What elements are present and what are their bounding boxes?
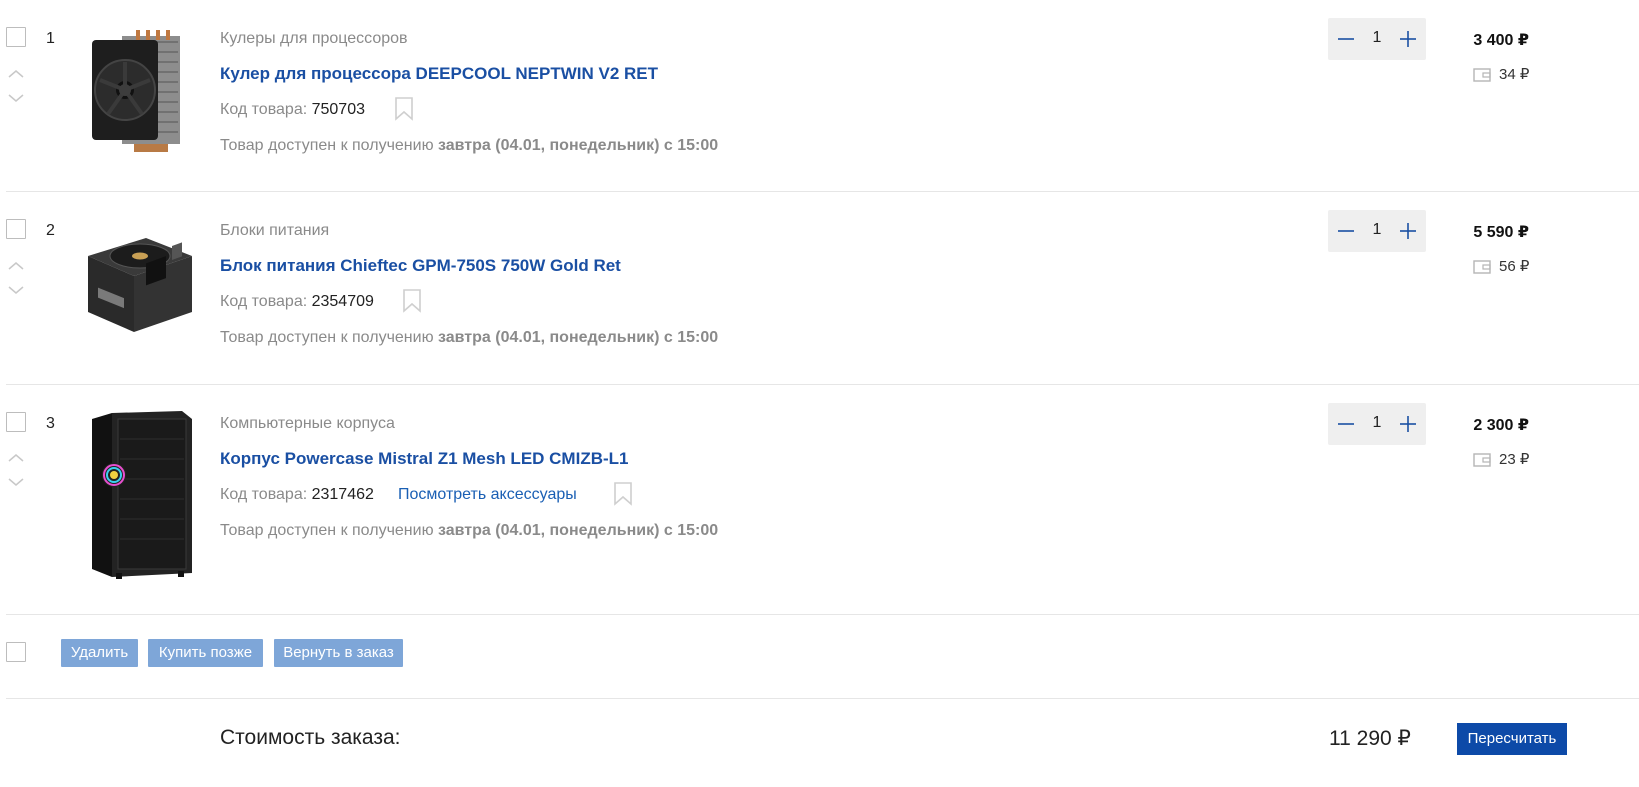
- item-code: Код товара: 750703: [220, 101, 365, 119]
- move-down-icon[interactable]: [6, 91, 26, 105]
- item-code-value: 2354709: [311, 293, 374, 310]
- move-up-icon[interactable]: [6, 259, 26, 273]
- quantity-stepper: 1: [1328, 403, 1426, 445]
- item-code-label: Код товара:: [220, 293, 308, 310]
- item-title-link[interactable]: Кулер для процессора DEEPCOOL NEPTWIN V2…: [220, 64, 658, 84]
- bookmark-icon[interactable]: [613, 482, 633, 506]
- move-down-icon[interactable]: [6, 283, 26, 297]
- item-price: 3 400 ₽: [1473, 32, 1529, 49]
- bonus-wallet-icon: [1473, 453, 1491, 467]
- item-category: Кулеры для процессоров: [220, 30, 408, 47]
- bookmark-icon[interactable]: [394, 97, 414, 121]
- cart-item: 2 Блоки питания Блок питания Chieftec GP…: [6, 192, 1639, 385]
- quantity-stepper: 1: [1328, 18, 1426, 60]
- availability-prefix: Товар доступен к получению: [220, 137, 434, 154]
- item-index: 2: [46, 222, 55, 239]
- decrease-quantity-button[interactable]: [1328, 18, 1364, 60]
- recalculate-button[interactable]: Пересчитать: [1457, 723, 1567, 755]
- item-bonus: 56 ₽: [1499, 258, 1530, 275]
- item-index: 1: [46, 30, 55, 47]
- quantity-value[interactable]: 1: [1364, 221, 1390, 239]
- move-up-icon[interactable]: [6, 67, 26, 81]
- order-total-value: 11 290 ₽: [1329, 727, 1411, 750]
- item-price: 2 300 ₽: [1473, 417, 1529, 434]
- increase-quantity-button[interactable]: [1390, 403, 1426, 445]
- availability-time: завтра (04.01, понедельник) с 15:00: [438, 137, 719, 154]
- item-category: Компьютерные корпуса: [220, 415, 395, 432]
- cart-item: 1 Кулеры для процессоров Кулер для проце…: [6, 0, 1639, 192]
- item-category: Блоки питания: [220, 222, 330, 239]
- cart-item: 3 Компьютерные корпуса Корпус Powercase …: [6, 385, 1639, 615]
- quantity-value[interactable]: 1: [1364, 29, 1390, 47]
- item-code: Код товара: 2354709: [220, 293, 374, 311]
- item-code-label: Код товара:: [220, 486, 308, 503]
- bonus-wallet-icon: [1473, 260, 1491, 274]
- item-title-link[interactable]: Корпус Powercase Mistral Z1 Mesh LED CMI…: [220, 449, 628, 469]
- move-up-icon[interactable]: [6, 451, 26, 465]
- item-availability: Товар доступен к получению завтра (04.01…: [220, 522, 718, 540]
- item-price: 5 590 ₽: [1473, 224, 1529, 241]
- item-bonus: 23 ₽: [1499, 451, 1530, 468]
- return-to-order-button[interactable]: Вернуть в заказ: [274, 639, 403, 667]
- item-availability: Товар доступен к получению завтра (04.01…: [220, 137, 718, 155]
- select-all-checkbox[interactable]: [6, 642, 26, 662]
- quantity-stepper: 1: [1328, 210, 1426, 252]
- cpu-cooler-image[interactable]: [84, 28, 194, 156]
- view-accessories-link[interactable]: Посмотреть аксессуары: [398, 486, 577, 504]
- item-code-value: 750703: [311, 101, 365, 118]
- buy-later-button[interactable]: Купить позже: [148, 639, 263, 667]
- increase-quantity-button[interactable]: [1390, 18, 1426, 60]
- bonus-wallet-icon: [1473, 68, 1491, 82]
- item-availability: Товар доступен к получению завтра (04.01…: [220, 329, 718, 347]
- item-checkbox[interactable]: [6, 412, 26, 432]
- item-index: 3: [46, 415, 55, 432]
- pc-case-image[interactable]: [90, 409, 194, 579]
- item-code-value: 2317462: [311, 486, 374, 503]
- item-checkbox[interactable]: [6, 27, 26, 47]
- availability-prefix: Товар доступен к получению: [220, 329, 434, 346]
- item-code: Код товара: 2317462: [220, 486, 374, 504]
- item-bonus: 34 ₽: [1499, 66, 1530, 83]
- increase-quantity-button[interactable]: [1390, 210, 1426, 252]
- availability-time: завтра (04.01, понедельник) с 15:00: [438, 522, 719, 539]
- bookmark-icon[interactable]: [402, 289, 422, 313]
- move-down-icon[interactable]: [6, 475, 26, 489]
- power-supply-image[interactable]: [84, 234, 196, 334]
- delete-button[interactable]: Удалить: [61, 639, 138, 667]
- order-total-label: Стоимость заказа:: [220, 726, 401, 749]
- decrease-quantity-button[interactable]: [1328, 403, 1364, 445]
- availability-prefix: Товар доступен к получению: [220, 522, 434, 539]
- item-code-label: Код товара:: [220, 101, 308, 118]
- quantity-value[interactable]: 1: [1364, 414, 1390, 432]
- availability-time: завтра (04.01, понедельник) с 15:00: [438, 329, 719, 346]
- item-title-link[interactable]: Блок питания Chieftec GPM-750S 750W Gold…: [220, 256, 621, 276]
- divider: [6, 698, 1639, 699]
- decrease-quantity-button[interactable]: [1328, 210, 1364, 252]
- item-checkbox[interactable]: [6, 219, 26, 239]
